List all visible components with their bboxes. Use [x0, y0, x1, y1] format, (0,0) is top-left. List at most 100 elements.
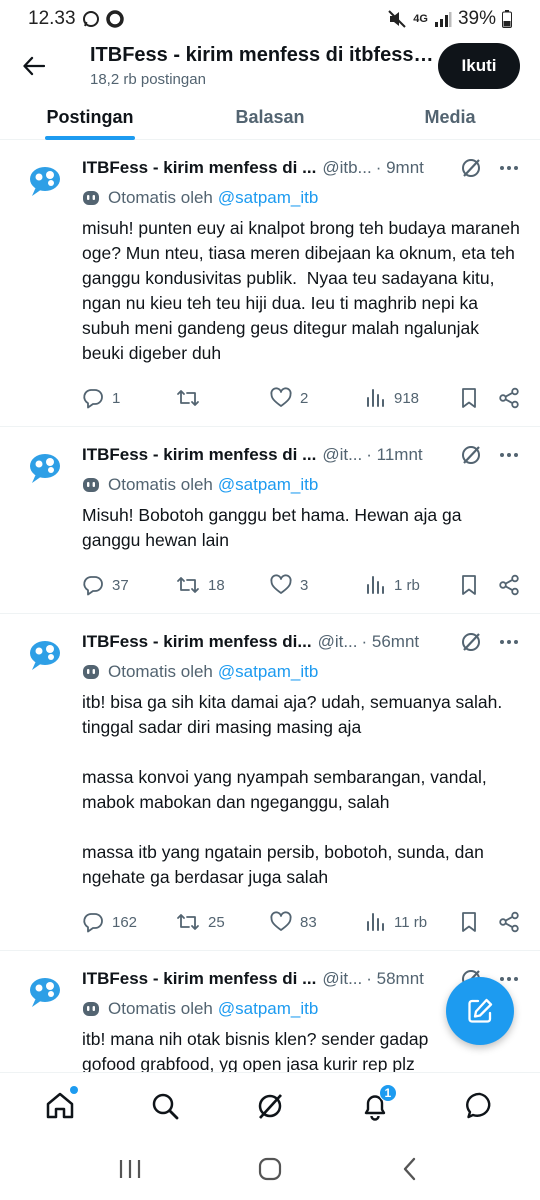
follow-button[interactable]: Ikuti: [438, 43, 520, 89]
battery-level: 39%: [457, 8, 496, 29]
like-button[interactable]: 83: [270, 911, 364, 933]
views-count: 1 rb: [394, 576, 420, 594]
views-button[interactable]: 918: [364, 387, 458, 409]
like-button[interactable]: 3: [270, 574, 364, 596]
post-time[interactable]: · 56mnt: [362, 632, 420, 652]
post[interactable]: ITBFess - kirim menfess di... @it... · 5…: [0, 614, 540, 951]
chevron-left-icon: [403, 1157, 416, 1181]
author-handle[interactable]: @it...: [322, 445, 362, 465]
avatar[interactable]: [26, 634, 66, 674]
avatar[interactable]: [26, 971, 66, 1011]
automated-by-link[interactable]: @satpam_itb: [218, 188, 318, 208]
back-arrow-icon: [23, 56, 45, 76]
reply-icon: [83, 913, 103, 933]
like-button[interactable]: 2: [270, 387, 364, 409]
more-icon[interactable]: [498, 631, 520, 653]
nav-messages[interactable]: [450, 1076, 510, 1136]
post-actions: 37 18 3 1 rb: [82, 557, 520, 613]
tab-posts[interactable]: Postingan: [0, 94, 180, 140]
reply-button[interactable]: 37: [82, 574, 176, 596]
grok-icon[interactable]: [460, 631, 482, 653]
back-button[interactable]: [18, 50, 50, 82]
post-count: 18,2 rb postingan: [90, 71, 206, 88]
page-title: ITBFess - kirim menfess di itbfess.com: [90, 44, 435, 66]
bookmark-icon[interactable]: [458, 574, 480, 596]
post-text: itb! bisa ga sih kita damai aja? udah, s…: [82, 692, 503, 887]
tab-media[interactable]: Media: [360, 94, 540, 140]
automated-prefix: Otomatis oleh: [108, 475, 213, 494]
recent-apps-icon: [119, 1160, 141, 1178]
automated-by-link[interactable]: @satpam_itb: [218, 999, 318, 1019]
repost-count: 25: [208, 913, 225, 931]
system-back-button[interactable]: [380, 1149, 440, 1189]
grok-icon[interactable]: [460, 444, 482, 466]
automated-prefix: Otomatis oleh: [108, 999, 213, 1018]
repost-icon: [177, 390, 199, 406]
views-button[interactable]: 11 rb: [364, 911, 458, 933]
reply-button[interactable]: 162: [82, 911, 176, 933]
post-header: ITBFess - kirim menfess di ... @it... · …: [82, 443, 520, 467]
reply-icon: [83, 389, 103, 409]
share-icon[interactable]: [498, 387, 520, 409]
post-time[interactable]: · 11mnt: [366, 445, 422, 465]
home-icon: [47, 1092, 74, 1118]
bookmark-icon[interactable]: [458, 387, 480, 409]
signal-icon: [434, 11, 452, 27]
post-actions: 1 2 918: [82, 370, 520, 426]
more-icon[interactable]: [498, 157, 520, 179]
bot-icon: [83, 665, 99, 679]
whatsapp-icon: [82, 10, 100, 28]
avatar-icon: [30, 454, 60, 483]
post-text: Misuh! Bobotoh ganggu bet hama. Hewan aj…: [82, 505, 467, 550]
avatar-icon: [30, 167, 60, 196]
post-time[interactable]: · 9mnt: [376, 158, 424, 178]
views-count: 918: [394, 389, 420, 407]
bot-icon: [83, 1002, 99, 1016]
share-icon[interactable]: [498, 911, 520, 933]
author-handle[interactable]: @it...: [318, 632, 358, 652]
author-name[interactable]: ITBFess - kirim menfess di ...: [82, 969, 316, 989]
nav-search[interactable]: [135, 1076, 195, 1136]
author-name[interactable]: ITBFess - kirim menfess di...: [82, 632, 312, 652]
author-name[interactable]: ITBFess - kirim menfess di ...: [82, 158, 316, 178]
post[interactable]: ITBFess - kirim menfess di ... @it... · …: [0, 427, 540, 614]
views-icon: [367, 389, 384, 407]
views-button[interactable]: 1 rb: [364, 574, 458, 596]
repost-button[interactable]: 25: [176, 911, 270, 933]
compose-icon: [468, 998, 493, 1023]
share-icon[interactable]: [498, 574, 520, 596]
reply-count: 1: [112, 389, 121, 407]
author-handle[interactable]: @itb...: [322, 158, 371, 178]
repost-icon: [177, 914, 199, 930]
home-system-button[interactable]: [240, 1149, 300, 1189]
automated-by-link[interactable]: @satpam_itb: [218, 662, 318, 682]
avatar-icon: [30, 641, 60, 670]
author-name[interactable]: ITBFess - kirim menfess di ...: [82, 445, 316, 465]
post-time[interactable]: · 58mnt: [366, 969, 424, 989]
nav-notifications[interactable]: 1: [345, 1076, 405, 1136]
avatar[interactable]: [26, 160, 66, 200]
compose-button[interactable]: [446, 977, 514, 1045]
post[interactable]: ITBFess - kirim menfess di ... @itb... ·…: [0, 140, 540, 427]
post-text: misuh! punten euy ai knalpot brong teh b…: [82, 218, 525, 363]
tab-replies[interactable]: Balasan: [180, 94, 360, 140]
reply-button[interactable]: 1: [82, 387, 176, 409]
author-handle[interactable]: @it...: [322, 969, 362, 989]
avatar[interactable]: [26, 447, 66, 487]
recent-apps-button[interactable]: [100, 1149, 160, 1189]
bookmark-icon[interactable]: [458, 911, 480, 933]
like-count: 3: [300, 576, 309, 594]
automated-prefix: Otomatis oleh: [108, 188, 213, 207]
profile-header: ITBFess - kirim menfess di itbfess.com 1…: [0, 38, 540, 140]
repost-icon: [177, 577, 199, 593]
repost-button[interactable]: [176, 387, 270, 409]
more-icon[interactable]: [498, 444, 520, 466]
repost-button[interactable]: 18: [176, 574, 270, 596]
nav-grok[interactable]: [240, 1076, 300, 1136]
automated-by-link[interactable]: @satpam_itb: [218, 475, 318, 495]
repost-count: 18: [208, 576, 225, 594]
like-icon: [270, 911, 292, 931]
notifications-badge: 1: [378, 1083, 397, 1102]
grok-icon[interactable]: [460, 157, 482, 179]
nav-home[interactable]: [30, 1076, 90, 1136]
